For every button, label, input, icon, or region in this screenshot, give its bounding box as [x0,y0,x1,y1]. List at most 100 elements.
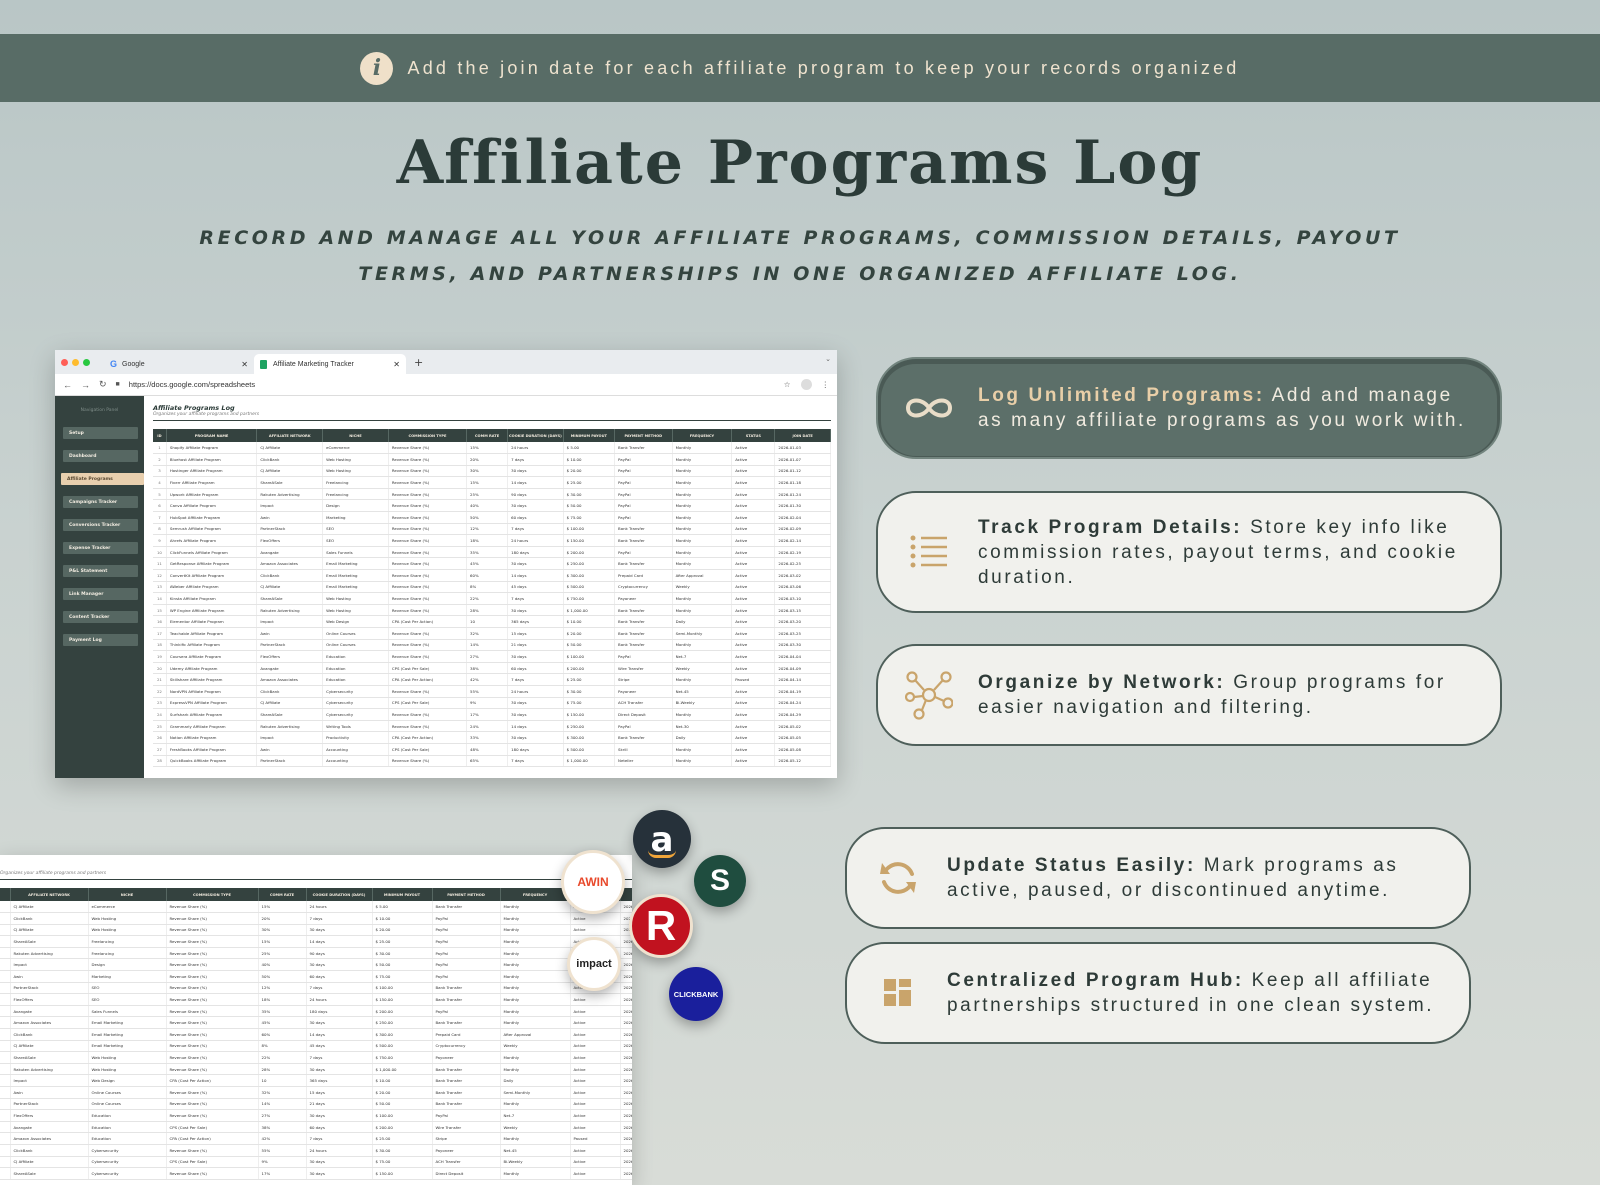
table-cell[interactable]: $ 25.00 [372,1132,433,1145]
table-cell[interactable]: Active [570,1167,621,1180]
table-cell[interactable]: 6 [153,499,167,513]
table-cell[interactable]: 30 days [507,604,564,617]
table-cell[interactable]: 55% [258,1144,307,1157]
table-cell[interactable]: 60 days [507,511,564,524]
close-tab-icon[interactable]: ✕ [231,360,248,369]
table-cell[interactable]: 7 days [306,982,373,995]
table-cell[interactable]: Revenue Share (%) [388,534,468,547]
table-cell[interactable]: Coursera Affiliate Program [0,1109,11,1122]
table-cell[interactable]: Bank Transfer [614,731,673,744]
table-cell[interactable]: Bi-Weekly [672,697,733,710]
table-cell[interactable]: 2026-03-20 [774,615,831,628]
close-window-icon[interactable] [61,358,68,366]
table-cell[interactable]: Revenue Share (%) [166,947,259,960]
table-cell[interactable]: Paused [731,673,776,686]
table-cell[interactable]: Fiverr Affiliate Program [166,476,258,489]
table-cell[interactable]: $ 750.00 [372,1051,433,1064]
table-cell[interactable]: 48% [466,743,509,756]
table-cell[interactable]: Elementor Affiliate Program [0,1074,11,1087]
table-cell[interactable]: $ 100.00 [372,982,433,995]
table-cell[interactable]: Online Courses [322,639,389,652]
table-cell[interactable]: Revenue Share (%) [166,912,259,925]
table-cell[interactable]: 26 [153,731,167,744]
table-cell[interactable]: Ahrefs Affiliate Program [0,993,11,1006]
table-cell[interactable]: SEO [88,993,167,1006]
table-cell[interactable]: HubSpot Affiliate Program [0,970,11,983]
table-cell[interactable]: Education [322,650,389,663]
table-cell[interactable]: PartnerStack [10,982,89,995]
table-cell[interactable]: Active [570,1040,621,1053]
close-tab-icon[interactable]: ✕ [383,360,400,369]
table-cell[interactable]: 33% [466,731,509,744]
table-cell[interactable]: 2026-03-25 [620,1086,632,1099]
table-cell[interactable]: 22% [466,592,509,605]
table-cell[interactable]: WP Engine Affiliate Program [0,1063,11,1076]
table-cell[interactable]: 2026-03-02 [620,1028,632,1041]
table-cell[interactable]: 11 [153,557,167,571]
table-cell[interactable]: Impact [256,731,324,744]
table-cell[interactable]: Email Marketing [88,1040,167,1053]
table-cell[interactable]: 28 [153,755,167,768]
table-cell[interactable]: 2026-04-19 [774,685,831,698]
table-cell[interactable]: CPS (Cost Per Sale) [388,743,468,756]
table-cell[interactable]: $ 200.00 [372,1121,433,1134]
table-cell[interactable]: Surfshark Affiliate Program [166,708,258,721]
table-cell[interactable]: 2026-04-14 [774,673,831,686]
table-cell[interactable]: CPA (Cost Per Action) [166,1132,259,1145]
table-cell[interactable]: Monthly [500,1016,571,1030]
table-cell[interactable]: Weekly [500,1121,571,1134]
table-cell[interactable]: 180 days [507,546,564,559]
table-cell[interactable]: 28% [466,604,509,617]
table-cell[interactable]: Revenue Share (%) [166,958,259,972]
table-cell[interactable]: Active [731,442,776,455]
table-cell[interactable]: 30% [258,924,307,937]
chevron-down-icon[interactable]: ⌄ [825,355,831,363]
table-cell[interactable]: SEO [88,982,167,995]
table-cell[interactable]: CPS (Cost Per Sale) [166,1156,259,1169]
table-cell[interactable]: 7 days [306,912,373,925]
table-cell[interactable]: Active [731,581,776,594]
table-cell[interactable]: 13 [153,581,167,594]
table-cell[interactable]: Revenue Share (%) [388,604,468,617]
new-tab-icon[interactable]: + [414,356,423,369]
table-cell[interactable]: Monthly [672,523,733,536]
table-cell[interactable]: Udemy Affiliate Program [0,1121,11,1134]
table-cell[interactable]: After Approval [672,569,733,582]
column-header[interactable]: Comm Rate [258,888,307,901]
table-cell[interactable]: Monthly [500,1063,571,1076]
table-cell[interactable]: $ 10.00 [372,912,433,925]
table-cell[interactable]: Active [731,743,776,756]
table-cell[interactable]: Monthly [672,604,733,617]
table-cell[interactable]: 15 days [507,627,564,640]
table-cell[interactable]: $ 200.00 [563,546,616,559]
table-cell[interactable]: Weekly [500,1040,571,1053]
table-cell[interactable]: 15% [466,476,509,489]
table-cell[interactable]: 2026-03-15 [774,604,831,617]
table-cell[interactable]: Wire Transfer [614,662,673,675]
table-cell[interactable]: Bank Transfer [614,639,673,652]
table-cell[interactable]: Bank Transfer [432,993,501,1006]
table-cell[interactable]: PayPal [614,511,673,524]
table-cell[interactable]: 2026-02-09 [620,982,632,995]
table-cell[interactable]: 38% [466,662,509,675]
table-cell[interactable]: $ 200.00 [372,1005,433,1018]
table-cell[interactable]: Monthly [672,488,733,501]
table-cell[interactable]: Revenue Share (%) [166,1098,259,1111]
table-cell[interactable]: Cybersecurity [88,1144,167,1157]
table-cell[interactable]: 30 days [507,697,564,710]
table-cell[interactable]: 2026-02-09 [774,523,831,536]
table-cell[interactable]: $ 500.00 [563,743,616,756]
table-cell[interactable]: Rakuten Advertising [256,488,324,501]
table-cell[interactable]: Revenue Share (%) [166,970,259,983]
table-cell[interactable]: Writing Tools [322,720,389,733]
table-cell[interactable]: $ 10.00 [563,615,616,628]
avatar[interactable] [800,379,812,390]
table-cell[interactable]: Bank Transfer [614,442,673,455]
table-cell[interactable]: Monthly [672,546,733,559]
table-cell[interactable]: Monthly [500,924,571,937]
table-cell[interactable]: 90 days [306,947,373,960]
table-cell[interactable]: $ 30.00 [563,488,616,501]
column-header[interactable]: Cookie Duration (Days) [306,888,373,901]
table-cell[interactable]: $ 50.00 [372,1098,433,1111]
table-cell[interactable]: Avangate [256,662,324,675]
